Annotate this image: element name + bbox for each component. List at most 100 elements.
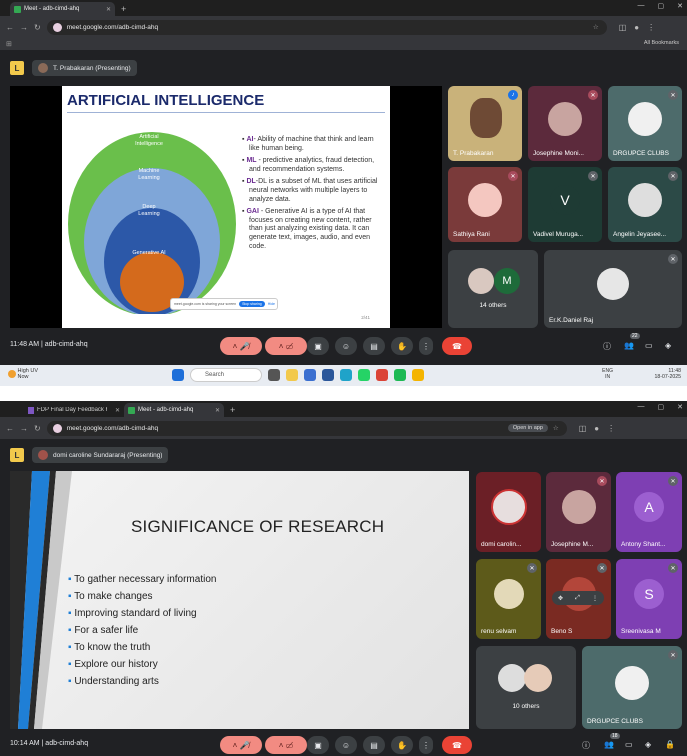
close-window-icon[interactable]: ✕	[677, 2, 683, 10]
participant-tile[interactable]: ✕ DRGUPCE CLUBS	[608, 86, 682, 161]
participant-tile[interactable]: ♪ T. Prabakaran	[448, 86, 522, 161]
leave-call-button[interactable]: ☎	[442, 337, 472, 355]
menu-icon[interactable]: ⋮	[607, 424, 615, 433]
participant-tile[interactable]: V ✕ Vadivel Muruga...	[528, 167, 602, 242]
info-icon[interactable]: ⓘ	[582, 740, 590, 751]
mic-toggle-button[interactable]: ˄ 🎤̸	[220, 337, 262, 355]
back-icon[interactable]: ←	[6, 424, 14, 433]
people-icon[interactable]: 👥	[604, 740, 614, 749]
hide-button[interactable]: Hide	[268, 302, 275, 306]
minimize-icon[interactable]: —	[638, 403, 645, 411]
participant-tile[interactable]: A ✕ Antony Shant...	[616, 472, 682, 552]
chrome-profile-icon[interactable]	[412, 369, 424, 381]
back-icon[interactable]: ←	[6, 23, 14, 32]
whatsapp-icon[interactable]	[358, 369, 370, 381]
star-icon[interactable]: ☆	[553, 424, 559, 432]
others-tile[interactable]: 10 others	[476, 646, 576, 729]
chat-icon[interactable]: ▭	[645, 341, 653, 350]
more-options-button[interactable]: ⋮	[419, 736, 433, 754]
language-indicator[interactable]: ENG IN	[602, 368, 613, 380]
info-icon[interactable]: ⓘ	[603, 341, 611, 352]
new-tab-button[interactable]: +	[230, 405, 235, 415]
close-tab-icon[interactable]: ✕	[215, 407, 220, 414]
close-tab-icon[interactable]: ✕	[115, 407, 120, 414]
leave-call-button[interactable]: ☎	[442, 736, 472, 754]
forward-icon[interactable]: →	[20, 23, 28, 32]
maximize-icon[interactable]: ▢	[658, 403, 665, 411]
extensions-icon[interactable]: ◫	[619, 23, 627, 32]
participant-tile[interactable]: domi carolin...	[476, 472, 541, 552]
more-options-button[interactable]: ⋮	[419, 337, 433, 355]
mic-toggle-button[interactable]: ˄ 🎤̸	[220, 736, 262, 754]
emoji-button[interactable]: ☺	[335, 337, 357, 355]
presenting-chip[interactable]: domi caroline Sundararaj (Presenting)	[32, 447, 169, 463]
open-in-app-button[interactable]: Open in app	[507, 424, 548, 432]
close-window-icon[interactable]: ✕	[677, 403, 683, 411]
people-icon[interactable]: 👥	[624, 341, 634, 350]
tab-meet[interactable]: Meet - adb-cimd-ahq ✕	[10, 2, 115, 16]
captions-button[interactable]: ▤	[363, 736, 385, 754]
minimize-icon[interactable]: —	[638, 2, 645, 10]
word-icon[interactable]	[322, 369, 334, 381]
more-icon[interactable]: ⋮	[592, 595, 598, 602]
extensions-icon[interactable]: ◫	[579, 424, 587, 433]
host-controls-icon[interactable]: 🔒	[665, 740, 675, 749]
raise-hand-button[interactable]: ✋	[391, 736, 413, 754]
present-button[interactable]: ▣	[307, 337, 329, 355]
emoji-button[interactable]: ☺	[335, 736, 357, 754]
participant-tile[interactable]: S ✕ Sreenivasa M	[616, 559, 682, 639]
camera-toggle-button[interactable]: ˄ ▭̸	[265, 337, 307, 355]
taskbar-clock[interactable]: 11:48 18-07-2025	[654, 368, 681, 380]
stop-sharing-button[interactable]: Stop sharing	[239, 301, 265, 307]
slide-page-number: 2/41	[361, 315, 370, 320]
menu-icon[interactable]: ⋮	[647, 23, 655, 32]
activities-icon[interactable]: ◈	[665, 341, 671, 350]
windows-start-icon[interactable]	[172, 369, 184, 381]
participant-tile[interactable]: ✕ Sathiya Rani	[448, 167, 522, 242]
participant-tile[interactable]: ✕ DRGUPCE CLUBS	[582, 646, 682, 729]
file-explorer-icon[interactable]	[286, 369, 298, 381]
apps-grid-icon[interactable]: ⊞	[6, 40, 12, 48]
participant-tile[interactable]: ✕ Josephine Moni...	[528, 86, 602, 161]
task-view-icon[interactable]	[268, 369, 280, 381]
star-icon[interactable]: ☆	[593, 23, 599, 31]
address-bar[interactable]: meet.google.com/adb-cimd-ahq Open in app…	[46, 420, 567, 436]
presenting-chip[interactable]: T. Prabakaran (Presenting)	[32, 60, 137, 76]
fullscreen-icon[interactable]: ⤢	[575, 595, 580, 602]
spotify-icon[interactable]	[394, 369, 406, 381]
store-icon[interactable]	[304, 369, 316, 381]
present-button[interactable]: ▣	[307, 736, 329, 754]
profile-icon[interactable]: ●	[594, 424, 599, 433]
close-tab-icon[interactable]: ✕	[106, 6, 111, 13]
browser-nav-bar: ← → ↻ meet.google.com/adb-cimd-ahq ☆ ◫ ● ⋮	[0, 16, 687, 38]
new-tab-button[interactable]: +	[121, 4, 126, 14]
reload-icon[interactable]: ↻	[34, 424, 41, 433]
others-tile[interactable]: M 14 others	[448, 250, 538, 328]
site-info-icon[interactable]	[52, 423, 62, 433]
forward-icon[interactable]: →	[20, 424, 28, 433]
participant-tile[interactable]: ✕ renu selvam	[476, 559, 541, 639]
raise-hand-button[interactable]: ✋	[391, 337, 413, 355]
participant-tile[interactable]: ✕ Er.K.Daniel Raj	[544, 250, 682, 328]
weather-widget[interactable]: High UV Now	[8, 368, 38, 380]
participant-tile[interactable]: ✥ ⤢ ⋮ ✕ Beno S	[546, 559, 611, 639]
edge-icon[interactable]	[340, 369, 352, 381]
all-bookmarks[interactable]: All Bookmarks	[644, 40, 679, 46]
tab-meet[interactable]: Meet - adb-cimd-ahq ✕	[124, 403, 224, 417]
site-info-icon[interactable]	[52, 22, 62, 32]
activities-icon[interactable]: ◈	[645, 740, 651, 749]
address-bar[interactable]: meet.google.com/adb-cimd-ahq ☆	[46, 19, 607, 35]
taskbar-search[interactable]: Search	[190, 368, 262, 382]
label-ai: Artificial Intelligence	[135, 134, 163, 147]
camera-toggle-button[interactable]: ˄ ▭̸	[265, 736, 307, 754]
participant-tile[interactable]: ✕ Angelin Jeyasee...	[608, 167, 682, 242]
pin-icon[interactable]: ✥	[558, 595, 563, 602]
maximize-icon[interactable]: ▢	[658, 2, 665, 10]
participant-tile[interactable]: ✕ Josephine M...	[546, 472, 611, 552]
tab-feedback-form[interactable]: FDP Final Day Feedback Form ✕	[24, 403, 124, 417]
profile-icon[interactable]: ●	[634, 23, 639, 32]
captions-button[interactable]: ▤	[363, 337, 385, 355]
chrome-icon[interactable]	[376, 369, 388, 381]
chat-icon[interactable]: ▭	[625, 740, 633, 749]
reload-icon[interactable]: ↻	[34, 23, 41, 32]
